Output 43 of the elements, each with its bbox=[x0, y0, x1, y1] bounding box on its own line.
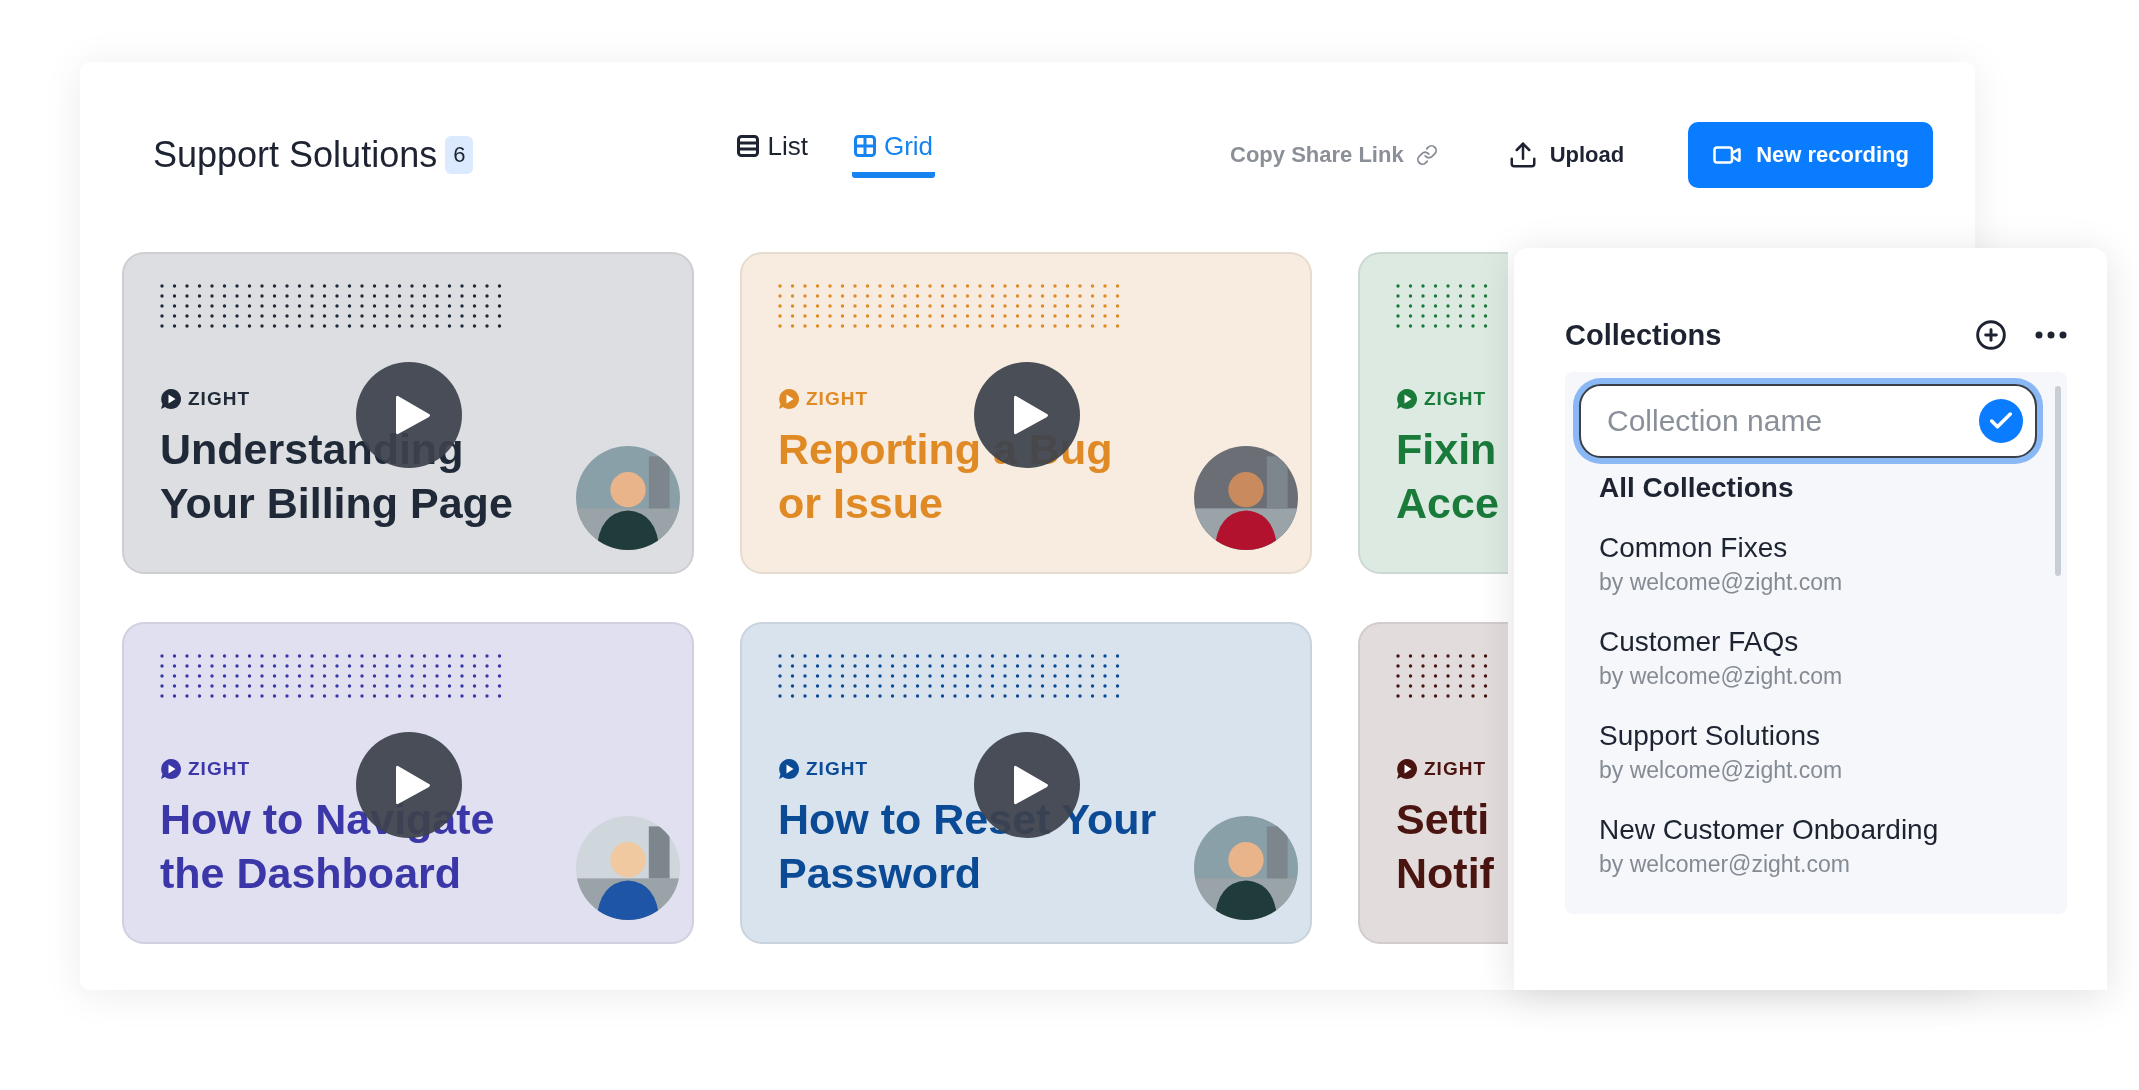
brand-name: ZIGHT bbox=[806, 758, 868, 780]
add-button[interactable] bbox=[1975, 319, 2007, 351]
grid-icon bbox=[853, 135, 876, 157]
link-icon bbox=[1415, 144, 1438, 166]
logo-icon bbox=[778, 388, 800, 410]
collection-owner: by welcomer@zight.com bbox=[1599, 850, 1851, 879]
play-icon bbox=[1012, 393, 1050, 437]
logo-icon bbox=[160, 388, 182, 410]
plus-circle-icon bbox=[1975, 319, 2007, 351]
count-badge: 6 bbox=[445, 136, 474, 174]
upload-button[interactable]: Upload bbox=[1501, 139, 1631, 171]
collection-owner: by welcome@zight.com bbox=[1599, 756, 1844, 785]
view-tab[interactable]: Grid bbox=[851, 124, 936, 178]
panel-title: Collections bbox=[1565, 318, 1722, 352]
brand-name: ZIGHT bbox=[188, 758, 250, 780]
collection-name[interactable]: Support Solutions bbox=[1599, 718, 2037, 754]
more-icon bbox=[2035, 331, 2067, 339]
logo-icon bbox=[778, 758, 800, 780]
logo-icon bbox=[1396, 758, 1418, 780]
new-recording-button[interactable]: New recording bbox=[1688, 122, 1933, 188]
video-card[interactable]: ZIGHT Setti Notif bbox=[1358, 622, 1508, 944]
logo-icon bbox=[160, 758, 182, 780]
play-icon bbox=[1012, 763, 1050, 807]
video-title: Fixin Acce bbox=[1396, 424, 1499, 529]
more-button[interactable] bbox=[2035, 331, 2067, 339]
collection-name[interactable]: Customer FAQs bbox=[1599, 624, 2037, 660]
video-title: Setti Notif bbox=[1396, 794, 1494, 899]
page-title: Support Solutions bbox=[153, 134, 438, 176]
collection-name-field[interactable]: Collection name bbox=[1579, 384, 2037, 458]
collection-name[interactable]: Common Fixes bbox=[1599, 530, 2037, 566]
brand-name: ZIGHT bbox=[1424, 758, 1486, 780]
logo-icon bbox=[1396, 388, 1418, 410]
brand-name: ZIGHT bbox=[188, 388, 250, 410]
collection-owner: by welcome@zight.com bbox=[1599, 662, 1844, 691]
scrollbar[interactable] bbox=[2055, 386, 2061, 576]
collections-header[interactable]: All Collections bbox=[1579, 472, 2037, 518]
video-card[interactable]: ZIGHT Fixin Acce bbox=[1358, 252, 1508, 574]
view-tab[interactable]: List bbox=[735, 124, 810, 178]
collection-name[interactable]: New Customer Onboarding bbox=[1599, 812, 2037, 848]
collection-owner: by welcome@zight.com bbox=[1599, 568, 1844, 597]
brand-name: ZIGHT bbox=[806, 388, 868, 410]
brand-name: ZIGHT bbox=[1424, 388, 1486, 410]
list-icon bbox=[737, 135, 760, 157]
